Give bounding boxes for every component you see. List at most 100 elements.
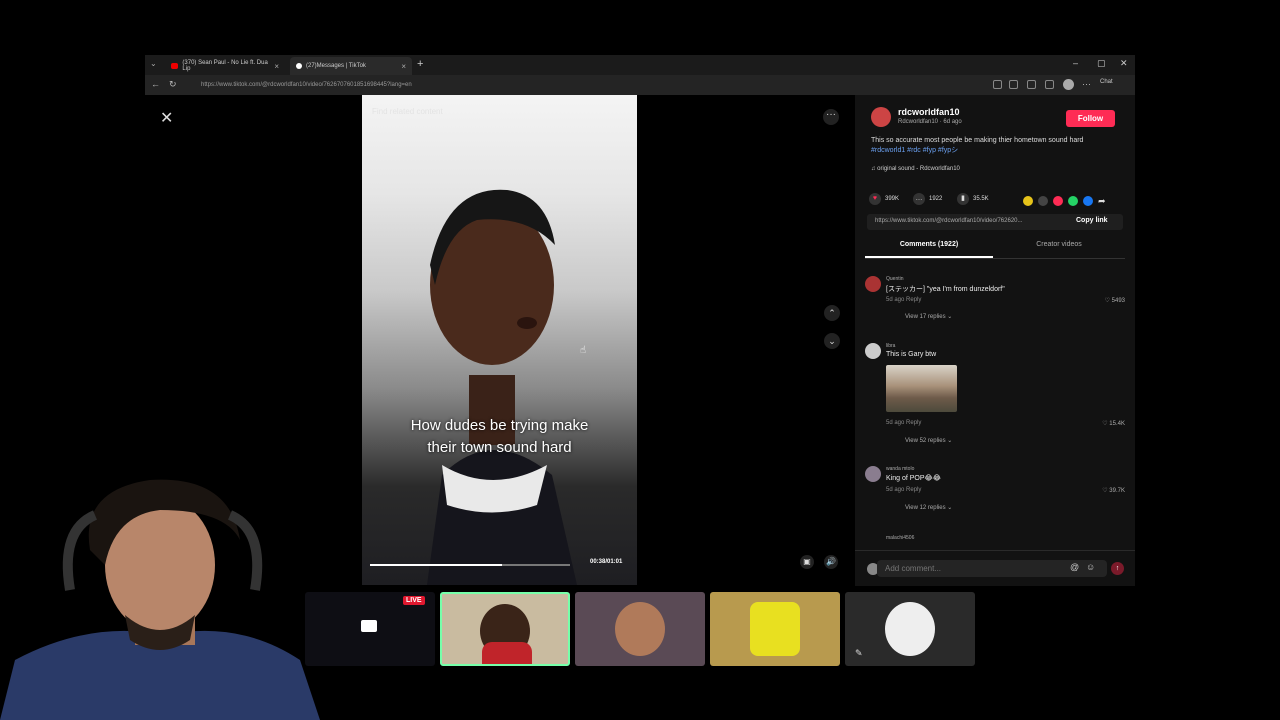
comment-likes[interactable]: ♡ 15.4K	[1102, 420, 1125, 427]
comment-item: Quentin [ステッカー] "yea I'm from dunzeldorf…	[865, 276, 1125, 326]
avatar[interactable]	[865, 276, 881, 292]
post-link-text[interactable]: https://www.tiktok.com/@rdcworldfan10/vi…	[875, 218, 1023, 224]
author-avatar[interactable]	[871, 107, 891, 127]
mention-icon[interactable]: @	[1070, 562, 1079, 572]
comment-image[interactable]	[886, 365, 957, 412]
star-icon[interactable]	[1009, 80, 1018, 89]
reload-icon[interactable]: ↻	[169, 79, 177, 90]
comment-meta[interactable]: 5d ago Reply	[886, 297, 921, 303]
maximize-icon[interactable]: ▢	[1097, 58, 1106, 69]
save-stat[interactable]: ▮ 35.5K	[957, 193, 989, 205]
like-count: 399K	[885, 196, 900, 202]
extension-icon[interactable]	[993, 80, 1002, 89]
participant-tile-active[interactable]	[440, 592, 570, 666]
favorites-icon[interactable]	[1045, 80, 1054, 89]
volume-icon[interactable]: 🔊	[824, 555, 838, 569]
tab-comments[interactable]: Comments (1922)	[865, 241, 993, 258]
webcam-overlay	[0, 479, 320, 720]
caption-line: their town sound hard	[427, 439, 572, 456]
profile-avatar[interactable]	[1063, 79, 1074, 90]
comment-user[interactable]: malachi4506	[886, 535, 914, 541]
post-side-panel: rdcworldfan10 Rdcworldfan10 · 6d ago Fol…	[855, 95, 1135, 586]
more-options-icon[interactable]: ···	[823, 109, 839, 125]
previous-video-icon[interactable]: ⌃	[824, 305, 840, 321]
new-tab-button[interactable]: +	[417, 58, 423, 70]
comment-item: wanda mtolo King of POP😂😂 5d ago Reply ♡…	[865, 466, 1125, 516]
pip-icon[interactable]: ▣	[800, 555, 814, 569]
comment-user[interactable]: Quentin	[886, 276, 904, 282]
hashtags[interactable]: #rdcworld1 #rdc #fyp #fypシ	[871, 147, 958, 154]
screen-share-icon	[361, 620, 377, 632]
tab-label: (370) Sean Paul - No Lie ft. Dua Lip	[182, 60, 268, 72]
close-tab-icon[interactable]: ×	[401, 62, 406, 71]
tab-creator-videos[interactable]: Creator videos	[995, 241, 1123, 256]
back-icon[interactable]: ←	[151, 79, 160, 89]
copy-link-button[interactable]: Copy link	[1076, 217, 1108, 224]
close-icon[interactable]: ✕	[160, 108, 173, 128]
heart-icon: ♥	[869, 193, 881, 205]
video-timecode: 00:38/01:01	[590, 559, 623, 565]
mic-muted-icon: ✎	[855, 648, 863, 658]
avatar[interactable]	[865, 343, 881, 359]
comment-item: malachi4506	[865, 535, 1125, 545]
view-replies-button[interactable]: View 17 replies ⌄	[905, 313, 952, 320]
participant-tile[interactable]	[710, 592, 840, 666]
embed-icon[interactable]	[1038, 196, 1048, 206]
view-replies-button[interactable]: View 12 replies ⌄	[905, 504, 952, 511]
video-player[interactable]: Find related content How dudes be trying…	[362, 95, 637, 585]
puzzle-icon[interactable]	[1027, 80, 1036, 89]
share-direct-icon[interactable]	[1053, 196, 1063, 206]
bookmark-icon: ▮	[957, 193, 969, 205]
caption-line: How dudes be trying make	[410, 417, 589, 434]
add-comment-bar: @ ☺ ↑	[855, 550, 1135, 586]
post-comment-button[interactable]: ↑	[1111, 562, 1124, 575]
comment-likes[interactable]: ♡ 39.7K	[1102, 487, 1125, 494]
search-input[interactable]: Find related content	[372, 107, 627, 121]
whatsapp-icon[interactable]	[1068, 196, 1078, 206]
video-progress-bar[interactable]	[370, 564, 570, 566]
tiktok-icon	[296, 63, 302, 69]
sound-link[interactable]: ♫ original sound - Rdcworldfan10	[871, 166, 960, 172]
comment-text: King of POP😂😂	[886, 475, 941, 482]
share-arrow-icon[interactable]: ➦	[1098, 196, 1108, 206]
participant-tile-muted[interactable]: ✎	[845, 592, 975, 666]
url-field[interactable]: https://www.tiktok.com/@rdcworldfan10/vi…	[185, 78, 975, 92]
participant-shirt	[482, 642, 532, 664]
facebook-icon[interactable]	[1083, 196, 1093, 206]
comment-user[interactable]: wanda mtolo	[886, 466, 914, 472]
comment-tabs: Comments (1922) Creator videos	[865, 241, 1125, 259]
minimize-icon[interactable]: –	[1073, 58, 1078, 68]
hand-cursor-icon: ☝	[580, 345, 587, 356]
youtube-icon	[171, 63, 179, 69]
comment-text: [ステッカー] "yea I'm from dunzeldorf"	[886, 286, 1005, 293]
tab-tiktok[interactable]: (27)Messages | TikTok ×	[290, 57, 412, 75]
comment-icon: …	[913, 193, 925, 205]
copilot-chat-button[interactable]: Chat	[1100, 79, 1113, 85]
close-tab-icon[interactable]: ×	[274, 62, 279, 71]
tab-label: (27)Messages | TikTok	[306, 63, 366, 69]
follow-button[interactable]: Follow	[1066, 110, 1115, 127]
comment-user[interactable]: libra	[886, 343, 895, 349]
participant-face	[750, 602, 800, 656]
comment-meta[interactable]: 5d ago Reply	[886, 420, 921, 426]
address-bar-row: ← ↻ https://www.tiktok.com/@rdcworldfan1…	[145, 75, 1135, 95]
comment-meta[interactable]: 5d ago Reply	[886, 487, 921, 493]
tab-search-icon[interactable]: ⌄	[150, 59, 157, 68]
description-text: This so accurate most people be making t…	[871, 137, 1084, 144]
menu-dots-icon[interactable]: ···	[1082, 79, 1091, 89]
tab-youtube[interactable]: (370) Sean Paul - No Lie ft. Dua Lip ×	[165, 57, 285, 75]
participant-tile[interactable]	[575, 592, 705, 666]
comment-item: libra This is Gary btw 5d ago Reply ♡ 15…	[865, 343, 1125, 453]
tab-bar: ⌄ (370) Sean Paul - No Lie ft. Dua Lip ×…	[145, 55, 1135, 75]
comment-likes[interactable]: ♡ 5493	[1105, 297, 1125, 304]
author-subtitle: Rdcworldfan10 · 6d ago	[898, 119, 962, 125]
close-window-icon[interactable]: ✕	[1120, 58, 1128, 69]
next-video-icon[interactable]: ⌄	[824, 333, 840, 349]
comment-stat[interactable]: … 1922	[913, 193, 942, 205]
emoji-icon[interactable]: ☺	[1086, 562, 1095, 572]
avatar[interactable]	[865, 466, 881, 482]
author-name[interactable]: rdcworldfan10	[898, 107, 960, 117]
share-friends-icon[interactable]	[1023, 196, 1033, 206]
view-replies-button[interactable]: View 52 replies ⌄	[905, 437, 952, 444]
like-stat[interactable]: ♥ 399K	[869, 193, 899, 205]
